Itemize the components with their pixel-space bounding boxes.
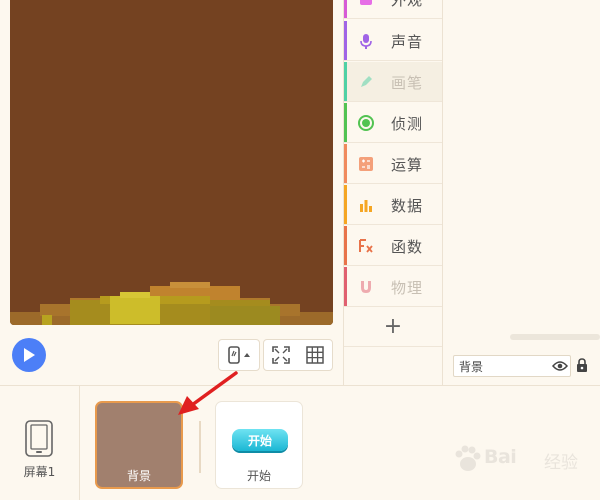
looks-icon [360, 0, 372, 5]
sprite-card-label: 开始 [246, 469, 271, 483]
stage-bg [10, 0, 333, 325]
horizontal-scrollbar[interactable] [510, 334, 600, 340]
play-button[interactable] [12, 338, 46, 372]
phone-rotate-icon [228, 346, 250, 364]
physics-magnet-icon [361, 281, 371, 293]
category-pen[interactable]: 画笔 [344, 62, 442, 102]
function-icon [359, 239, 373, 253]
category-function[interactable]: 函数 [344, 226, 442, 266]
operators-icon [359, 157, 373, 171]
sensing-icon [358, 115, 374, 131]
lock-icon[interactable] [575, 358, 589, 373]
hill-yellow-2 [120, 292, 150, 298]
hill-yellow-3 [42, 315, 52, 325]
start-button-thumbnail: 开始 [232, 429, 288, 451]
category-sound[interactable]: 声音 [344, 21, 442, 61]
divider [199, 421, 201, 473]
category-color-bar [344, 0, 347, 18]
category-color-bar [344, 144, 347, 183]
paw-logo-icon [455, 445, 481, 471]
hill-yellow [110, 296, 160, 324]
screen-label: 屏幕1 [23, 465, 56, 479]
category-color-bar [344, 103, 347, 142]
category-label: 画笔 [391, 74, 424, 92]
blocks-workspace[interactable] [444, 0, 600, 385]
category-color-bar [344, 185, 347, 224]
microphone-icon [360, 34, 372, 49]
category-label: 运算 [391, 156, 424, 174]
category-label: 数据 [391, 197, 424, 215]
category-color-bar [344, 21, 347, 60]
pen-icon [361, 76, 372, 87]
category-looks[interactable]: 外观 [344, 0, 442, 19]
add-extension-button[interactable]: + [344, 307, 442, 347]
category-label: 函数 [391, 238, 424, 256]
watermark-text: Bai [484, 446, 517, 468]
data-icon [360, 200, 372, 212]
hill-orange-2 [170, 282, 210, 288]
play-icon [24, 348, 35, 362]
category-sensing[interactable]: 侦测 [344, 103, 442, 143]
watermark-text-2: 经验 [544, 453, 578, 473]
sprite-card-label: 背景 [126, 469, 151, 483]
eye-icon[interactable] [552, 360, 568, 372]
category-color-bar [344, 226, 347, 265]
tablet-screen-icon [25, 420, 53, 457]
category-data[interactable]: 数据 [344, 185, 442, 225]
view-controls [263, 339, 333, 371]
fullscreen-icon [272, 346, 290, 364]
stage-hills [10, 0, 333, 325]
stage-canvas[interactable] [10, 0, 333, 325]
category-label: 物理 [391, 279, 424, 297]
category-operators[interactable]: 运算 [344, 144, 442, 184]
screen-button[interactable] [22, 420, 56, 458]
category-label: 侦测 [391, 115, 424, 133]
hill-olive-3 [210, 306, 280, 325]
annotation-arrow [178, 371, 238, 415]
watermark: Bai 经验 [452, 434, 592, 490]
category-physics[interactable]: 物理 [344, 267, 442, 307]
sprite-name-box [453, 355, 571, 377]
divider [79, 386, 80, 500]
category-color-bar [344, 62, 347, 101]
category-label: 外观 [391, 0, 424, 9]
category-label: 声音 [391, 33, 424, 51]
category-color-bar [344, 267, 347, 306]
fullscreen-button[interactable] [264, 340, 298, 370]
grid-button[interactable] [298, 340, 332, 370]
grid-icon [306, 346, 324, 364]
sprite-name-input[interactable] [459, 358, 547, 374]
